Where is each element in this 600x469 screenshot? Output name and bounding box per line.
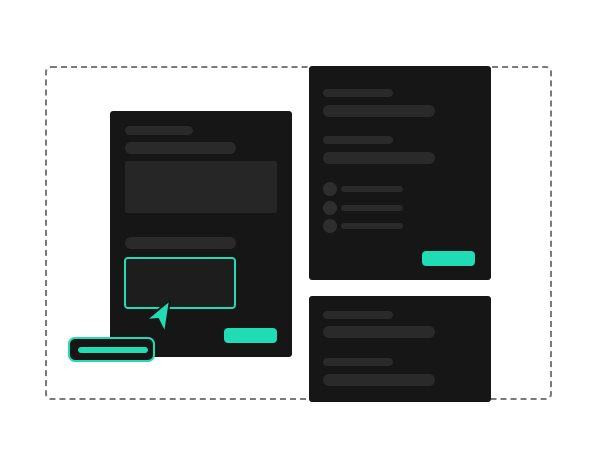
right-top-title-placeholder — [323, 89, 393, 97]
radio-option-1-icon[interactable] — [323, 182, 337, 196]
right-bottom-label-placeholder — [323, 358, 393, 366]
left-panel-primary-button[interactable] — [224, 328, 277, 343]
left-panel-subtitle-placeholder — [125, 142, 236, 154]
radio-option-2-label — [341, 205, 403, 211]
left-panel-card — [110, 111, 292, 357]
floating-selected-chip[interactable] — [68, 337, 155, 362]
right-bottom-text-placeholder — [323, 374, 435, 386]
left-panel-title-placeholder — [125, 126, 193, 135]
radio-option-3-label — [341, 223, 403, 229]
cursor-arrow-icon — [145, 299, 171, 334]
right-bottom-panel-card — [309, 296, 491, 402]
floating-chip-bar — [78, 347, 148, 353]
right-top-subtitle-placeholder — [323, 105, 435, 117]
radio-option-1-label — [341, 186, 403, 192]
left-panel-image-placeholder — [125, 161, 277, 213]
left-panel-input-field[interactable] — [124, 257, 236, 309]
right-top-text-placeholder — [323, 152, 435, 164]
right-bottom-title-placeholder — [323, 311, 393, 319]
right-bottom-subtitle-placeholder — [323, 326, 435, 338]
right-top-primary-button[interactable] — [422, 251, 475, 266]
right-top-panel-card — [309, 66, 491, 280]
canvas: { "colors": { "accent": "#1fdcb4", "card… — [0, 0, 600, 469]
radio-option-2-icon[interactable] — [323, 201, 337, 215]
radio-option-3-icon[interactable] — [323, 219, 337, 233]
left-panel-label-placeholder — [125, 237, 236, 249]
right-top-label-placeholder — [323, 136, 393, 144]
